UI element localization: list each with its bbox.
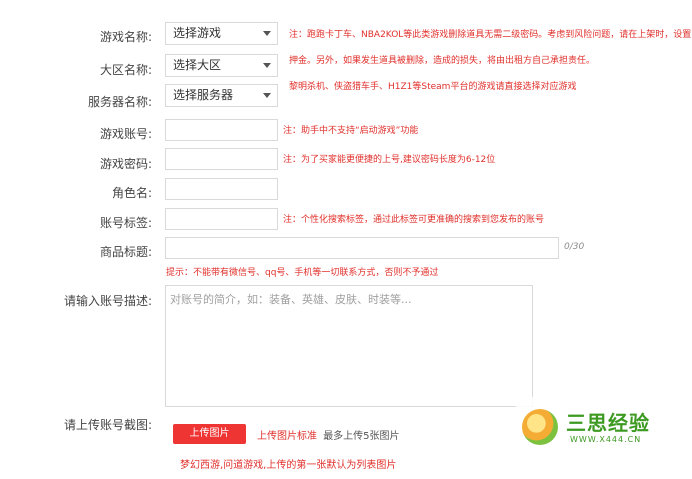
server-note: 黎明杀机、侠盗猎车手、H1Z1等Steam平台的游戏请直接选择对应游戏 xyxy=(289,82,577,92)
watermark-logo-icon xyxy=(522,409,558,445)
server-label: 服务器名称: xyxy=(87,95,152,109)
role-label: 角色名: xyxy=(111,186,152,200)
tag-input[interactable] xyxy=(165,208,278,230)
tag-note: 注：个性化搜索标签，通过此标签可更准确的搜索到您发布的账号 xyxy=(283,215,545,225)
tag-label: 账号标签: xyxy=(99,216,152,230)
upload-limit-text: 最多上传5张图片 xyxy=(323,431,400,442)
chevron-down-icon xyxy=(263,31,271,36)
password-label: 游戏密码: xyxy=(99,157,152,171)
account-input[interactable] xyxy=(165,119,278,141)
description-placeholder: 对账号的简介，如：装备、英雄、皮肤、时装等... xyxy=(170,293,412,306)
region-note: 押金。另外，如果发生道具被删除，造成的损失，将由出租方自己承担责任。 xyxy=(289,56,596,66)
watermark: 三思经验 WWW.X444.CN xyxy=(516,397,686,457)
game-name-label: 游戏名称: xyxy=(99,30,152,44)
game-select-value: 选择游戏 xyxy=(173,26,222,40)
title-label: 商品标题: xyxy=(99,245,152,259)
region-select[interactable]: 选择大区 xyxy=(165,54,278,77)
description-label: 请输入账号描述: xyxy=(63,294,152,308)
watermark-url: WWW.X444.CN xyxy=(570,435,642,444)
game-note: 注：跑跑卡丁车、NBA2KOL等此类游戏删除道具无需二级密码。考虑到风险问题，请… xyxy=(289,30,692,40)
password-input[interactable] xyxy=(165,148,278,170)
description-textarea[interactable]: 对账号的简介，如：装备、英雄、皮肤、时装等... xyxy=(165,285,533,407)
role-input[interactable] xyxy=(165,178,278,200)
upload-image-button[interactable]: 上传图片 xyxy=(173,424,246,444)
region-select-value: 选择大区 xyxy=(173,58,222,72)
watermark-name: 三思经验 xyxy=(566,411,650,435)
game-select[interactable]: 选择游戏 xyxy=(165,22,278,45)
chevron-down-icon xyxy=(263,93,271,98)
chevron-down-icon xyxy=(263,63,271,68)
title-hint: 提示：不能带有微信号、qq号、手机等一切联系方式，否则不予通过 xyxy=(166,268,439,278)
upload-standard-link[interactable]: 上传图片标准 xyxy=(257,431,317,442)
account-note: 注：助手中不支持“启动游戏”功能 xyxy=(283,126,419,136)
title-input[interactable] xyxy=(165,237,559,259)
upload-tip: 梦幻西游,问道游戏,上传的第一张默认为列表图片 xyxy=(180,460,397,471)
screenshot-label: 请上传账号截图: xyxy=(63,418,152,432)
region-label: 大区名称: xyxy=(99,63,152,77)
password-note: 注：为了买家能更便捷的上号,建议密码长度为6-12位 xyxy=(283,155,496,165)
account-label: 游戏账号: xyxy=(99,127,152,141)
server-select-value: 选择服务器 xyxy=(173,88,234,102)
title-counter: 0/30 xyxy=(564,242,585,252)
server-select[interactable]: 选择服务器 xyxy=(165,84,278,107)
